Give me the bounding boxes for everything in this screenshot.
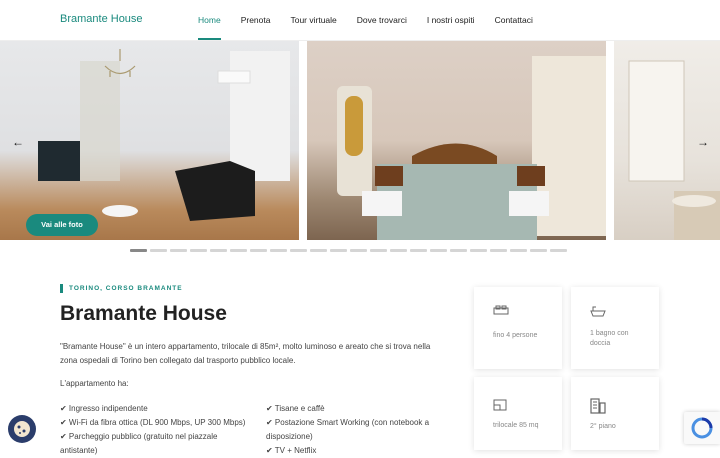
card-bathroom-text: 1 bagno con doccia bbox=[590, 330, 629, 347]
nav-nostri-ospiti[interactable]: I nostri ospiti bbox=[427, 0, 475, 25]
nav-tour-virtuale[interactable]: Tour virtuale bbox=[290, 0, 336, 25]
carousel-dot[interactable] bbox=[170, 249, 187, 252]
building-icon bbox=[590, 398, 606, 414]
bed-icon bbox=[493, 305, 509, 315]
nav-home[interactable]: Home bbox=[198, 0, 221, 40]
carousel-prev-arrow-icon[interactable]: ← bbox=[12, 135, 24, 149]
location-eyebrow: TORINO, CORSO BRAMANTE bbox=[69, 285, 183, 292]
carousel-dot[interactable] bbox=[250, 249, 267, 252]
brand-logo[interactable]: Bramante House bbox=[60, 13, 143, 25]
main-nav: Home Prenota Tour virtuale Dove trovarci… bbox=[198, 0, 553, 40]
carousel-dot[interactable] bbox=[530, 249, 547, 252]
feature-item: ✔ Ingresso indipendente bbox=[60, 404, 148, 413]
carousel-dot[interactable] bbox=[490, 249, 507, 252]
carousel-dot[interactable] bbox=[330, 249, 347, 252]
carousel-dot[interactable] bbox=[370, 249, 387, 252]
living-room-illustration bbox=[38, 49, 290, 221]
cookie-settings-button[interactable] bbox=[8, 415, 36, 443]
carousel-dot[interactable] bbox=[350, 249, 367, 252]
cookie-icon bbox=[14, 421, 30, 437]
feature-item: ✔ Tisane e caffè bbox=[266, 404, 325, 413]
carousel-dot[interactable] bbox=[410, 249, 427, 252]
bathtub-icon bbox=[590, 306, 606, 317]
card-area-text: trilocale 85 mq bbox=[493, 422, 539, 429]
carousel-dot[interactable] bbox=[310, 249, 327, 252]
feature-item: ✔ Parcheggio pubblico (gratuito nel piaz… bbox=[60, 432, 218, 455]
card-area: trilocale 85 mq bbox=[474, 377, 562, 450]
features-heading: L'appartamento ha: bbox=[60, 379, 129, 388]
page-title: Bramante House bbox=[60, 302, 227, 325]
card-floor-text: 2° piano bbox=[590, 423, 616, 430]
nav-dove-trovarci[interactable]: Dove trovarci bbox=[357, 0, 407, 25]
photo-bedroom[interactable] bbox=[307, 41, 606, 240]
card-floor: 2° piano bbox=[571, 377, 659, 450]
carousel-dot[interactable] bbox=[430, 249, 447, 252]
carousel-dot[interactable] bbox=[450, 249, 467, 252]
feature-item: ✔ TV + Netflix bbox=[266, 446, 317, 455]
carousel-pagination bbox=[130, 249, 567, 252]
view-photos-button[interactable]: Vai alle foto bbox=[26, 214, 98, 236]
carousel-dot[interactable] bbox=[290, 249, 307, 252]
floor-area-icon bbox=[493, 399, 507, 411]
nav-contattaci[interactable]: Contattaci bbox=[495, 0, 533, 25]
site-header: Bramante House Home Prenota Tour virtual… bbox=[0, 0, 720, 41]
photo-living-room[interactable] bbox=[0, 41, 299, 240]
carousel-dot[interactable] bbox=[550, 249, 567, 252]
carousel-dot[interactable] bbox=[150, 249, 167, 252]
feature-item: ✔ Postazione Smart Working (con notebook… bbox=[266, 418, 430, 441]
card-bathroom: 1 bagno con doccia bbox=[571, 287, 659, 369]
recaptcha-icon bbox=[691, 417, 713, 439]
carousel-dot[interactable] bbox=[470, 249, 487, 252]
card-guests: fino 4 persone bbox=[474, 287, 562, 369]
bedroom-illustration bbox=[337, 56, 606, 240]
feature-item: ✔ Wi-Fi da fibra ottica (DL 900 Mbps, UP… bbox=[60, 418, 246, 427]
description-text: "Bramante House" è un intero appartament… bbox=[60, 342, 431, 365]
carousel-dot[interactable] bbox=[270, 249, 287, 252]
carousel-dot[interactable] bbox=[190, 249, 207, 252]
recaptcha-badge[interactable] bbox=[684, 412, 720, 444]
carousel-next-arrow-icon[interactable]: → bbox=[697, 135, 709, 149]
carousel-dot[interactable] bbox=[510, 249, 527, 252]
photo-carousel[interactable]: ← → Vai alle foto bbox=[0, 41, 720, 240]
nav-prenota[interactable]: Prenota bbox=[241, 0, 271, 25]
carousel-dot[interactable] bbox=[130, 249, 147, 252]
carousel-dot[interactable] bbox=[210, 249, 227, 252]
carousel-dot[interactable] bbox=[390, 249, 407, 252]
carousel-dot[interactable] bbox=[230, 249, 247, 252]
eyebrow-accent-bar bbox=[60, 284, 63, 293]
card-guests-text: fino 4 persone bbox=[493, 332, 538, 339]
